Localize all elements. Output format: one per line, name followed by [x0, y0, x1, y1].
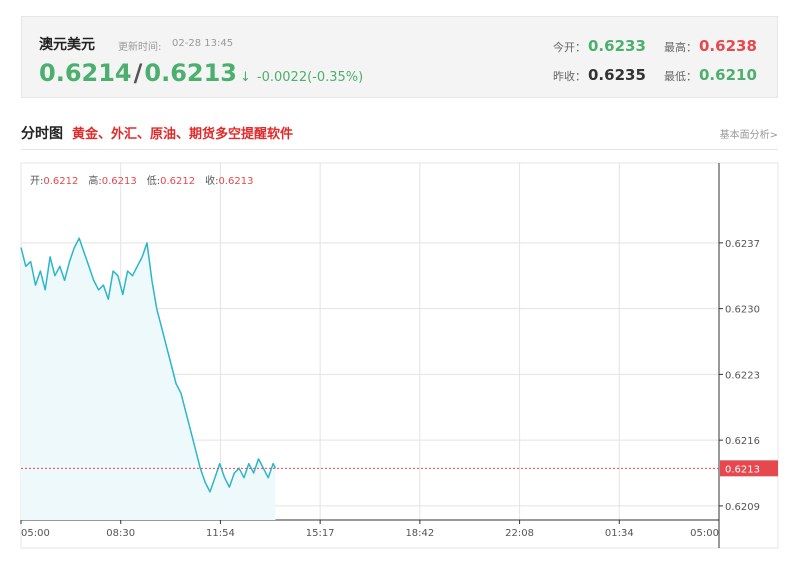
ohlc-open-label: 开:	[30, 176, 44, 187]
y-tick-label: 0.6223	[725, 370, 760, 381]
ohlc-high-label: 高:	[88, 176, 102, 187]
y-tick-label: 0.6209	[725, 502, 760, 513]
x-tick-label: 11:54	[206, 528, 235, 539]
ohlc-close-label: 收:	[205, 176, 219, 187]
x-tick-label: 08:30	[106, 528, 135, 539]
x-tick-label: 15:17	[306, 528, 335, 539]
ohlc-high-value: 0.6213	[101, 176, 137, 187]
y-tick-label: 0.6230	[725, 305, 760, 316]
y-tick-label: 0.6216	[725, 436, 760, 447]
x-tick-label: 01:34	[605, 528, 634, 539]
ohlc-low-label: 低:	[146, 176, 161, 187]
current-price-label: 0.6213	[725, 464, 760, 475]
x-tick-label: 05:00	[21, 528, 50, 539]
y-tick-label: 0.6237	[725, 239, 760, 250]
ohlc-readout: 开:0.6212 高:0.6213 低:0.6212 收:0.6213	[30, 172, 264, 187]
x-tick-label: 18:42	[405, 528, 434, 539]
price-area	[21, 238, 276, 520]
x-tick-label: 05:00	[690, 528, 719, 539]
x-tick-label: 22:08	[505, 528, 534, 539]
intraday-chart: 0.6213 0.6237 0.6230 0.6223 0.6216 0.6209 05:0…	[20, 162, 779, 549]
ohlc-open-value: 0.6212	[43, 176, 79, 187]
ohlc-low-value: 0.6212	[160, 176, 196, 187]
ohlc-close-value: 0.6213	[218, 176, 254, 187]
